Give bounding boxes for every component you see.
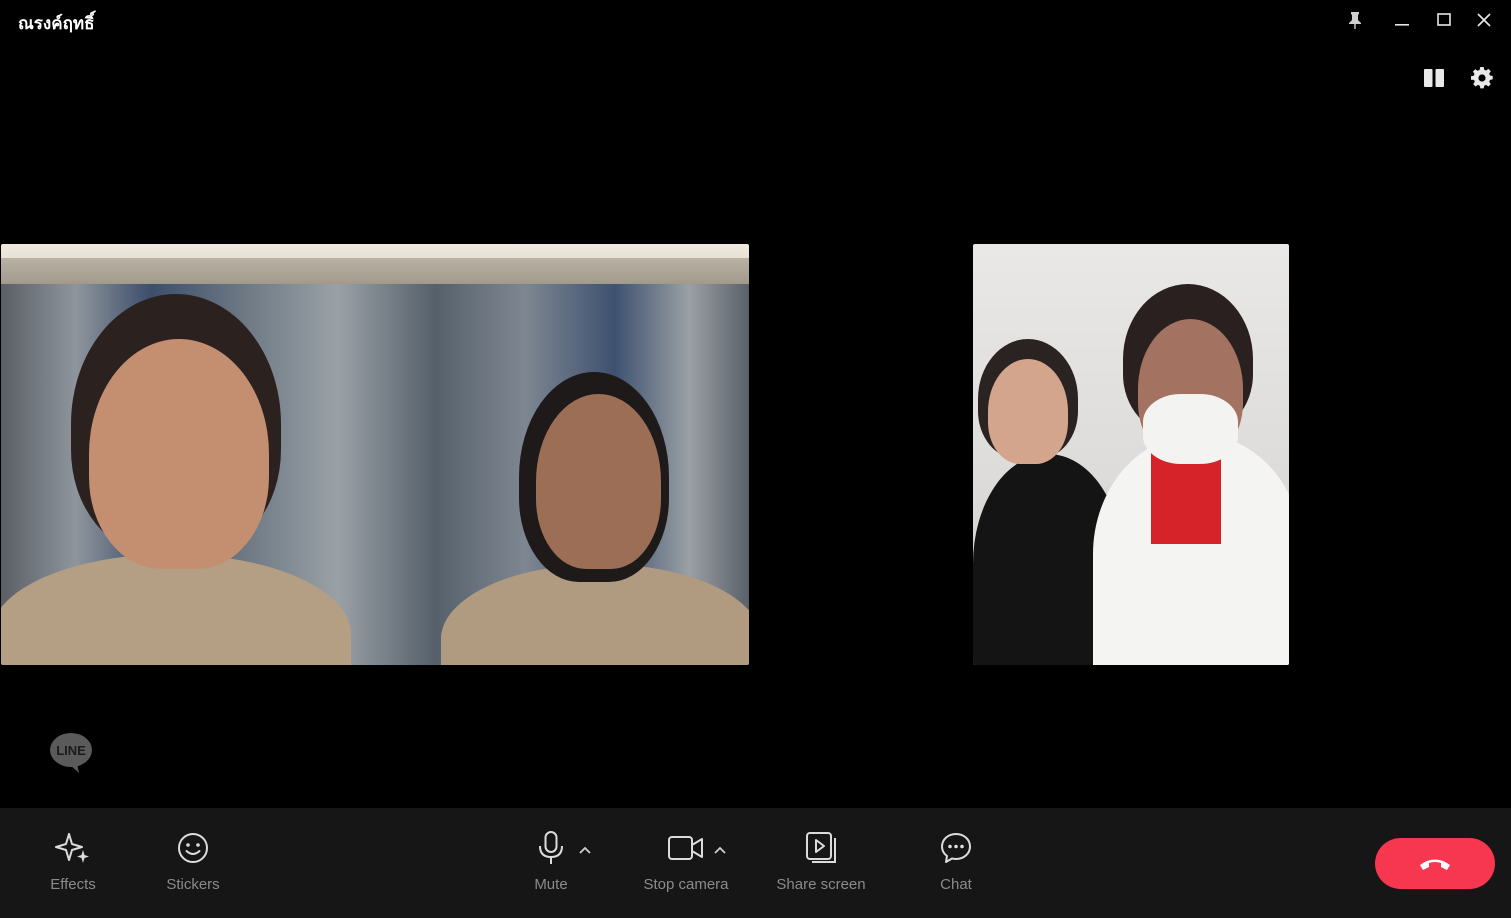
title-bar: ณรงค์ฤทธิ์: [0, 0, 1511, 40]
share-screen-button[interactable]: Share screen: [774, 828, 868, 893]
minimize-icon[interactable]: [1385, 6, 1419, 34]
microphone-icon: [537, 828, 565, 868]
camera-options-chevron-up-icon[interactable]: [713, 844, 727, 858]
stop-camera-button[interactable]: Stop camera: [640, 828, 732, 893]
gear-icon[interactable]: [1466, 62, 1498, 94]
hang-up-phone-icon: [1418, 856, 1452, 872]
stickers-button[interactable]: Stickers: [160, 828, 226, 893]
video-camera-icon: [668, 828, 704, 868]
share-screen-icon: [806, 828, 836, 868]
end-call-button[interactable]: [1375, 838, 1495, 889]
smiley-icon: [177, 828, 209, 868]
call-toolbar: Effects Stickers Mute Stop camera Share …: [0, 808, 1511, 918]
sparkle-icon: [55, 828, 91, 868]
mic-options-chevron-up-icon[interactable]: [578, 844, 592, 858]
window-title: ณรงค์ฤทธิ์: [18, 14, 95, 34]
layout-icon[interactable]: [1418, 62, 1450, 94]
self-video-tile: [973, 244, 1289, 665]
line-logo-icon: LINE: [49, 732, 93, 774]
maximize-icon[interactable]: [1427, 6, 1461, 34]
share-screen-label: Share screen: [776, 876, 866, 893]
chat-bubble-icon: [940, 828, 972, 868]
remote-video-tile: [1, 244, 749, 665]
close-icon[interactable]: [1467, 6, 1501, 34]
stickers-label: Stickers: [166, 876, 220, 893]
pin-icon[interactable]: [1338, 6, 1372, 34]
effects-label: Effects: [50, 876, 96, 893]
mute-button[interactable]: Mute: [526, 828, 576, 893]
chat-button[interactable]: Chat: [931, 828, 981, 893]
mute-label: Mute: [534, 876, 568, 893]
stop-camera-label: Stop camera: [643, 876, 729, 893]
effects-button[interactable]: Effects: [43, 828, 103, 893]
line-logo-text: LINE: [56, 743, 86, 758]
chat-label: Chat: [940, 876, 972, 893]
